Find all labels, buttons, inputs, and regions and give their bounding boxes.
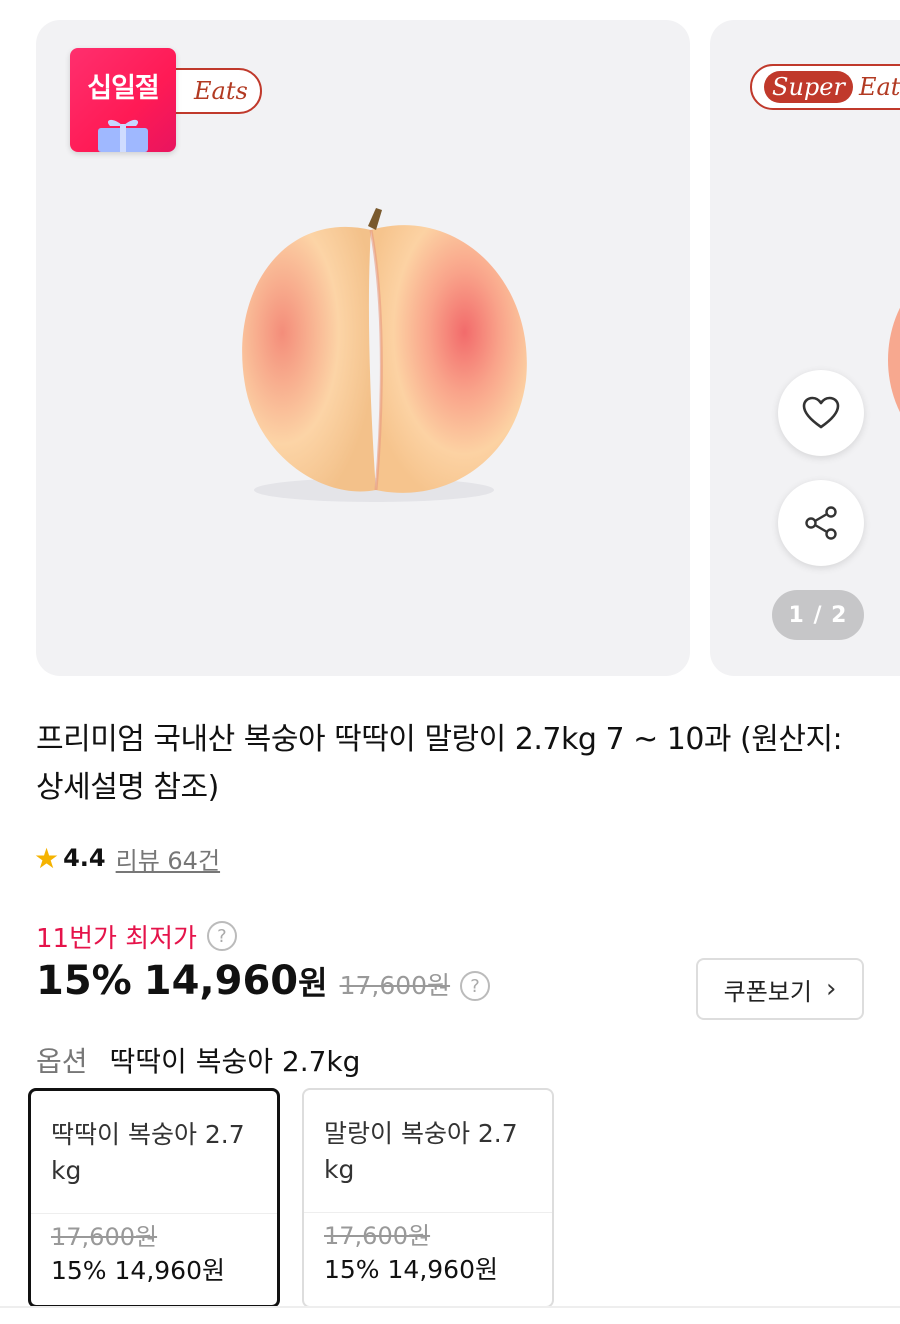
lowest-price-label-row: 11번가 최저가 ?	[36, 916, 237, 956]
help-icon[interactable]: ?	[206, 921, 237, 951]
brand-super-text: Super	[764, 71, 853, 103]
next-image-card[interactable]: Super Eats	[710, 20, 900, 676]
wishlist-button[interactable]	[778, 370, 864, 456]
product-image-card[interactable]: Eats 십일절	[36, 20, 690, 676]
price-row: 15% 14,960 원 17,600원 ?	[36, 958, 491, 1014]
rating-row: ★ 4.4 리뷰 64건	[34, 840, 220, 876]
promo-badge: 십일절	[70, 48, 176, 152]
gift-icon	[98, 119, 148, 152]
star-icon: ★	[34, 841, 60, 875]
image-carousel[interactable]: Eats 십일절 Super Eat 1 / 2	[0, 0, 900, 690]
sale-price: 14,960	[143, 958, 299, 1004]
promo-badge-text: 십일절	[87, 73, 160, 104]
option-card[interactable]: 말랑이 복숭아 2.7 kg 17,600원 15% 14,960원	[302, 1088, 554, 1308]
price-help-icon[interactable]: ?	[460, 971, 491, 1001]
option-sale-price: 15% 14,960원	[324, 1255, 498, 1284]
option-original-price: 17,600원	[324, 1222, 431, 1250]
brand-logo-text: Eats	[194, 77, 248, 105]
option-original-price: 17,600원	[51, 1223, 158, 1251]
chevron-right-icon: ›	[825, 974, 837, 1004]
option-name: 딱딱이 복숭아 2.7 kg	[51, 1120, 245, 1185]
option-name: 말랑이 복숭아 2.7 kg	[324, 1119, 518, 1184]
rating-score: 4.4	[63, 844, 106, 872]
product-title: 프리미엄 국내산 복숭아 딱딱이 말랑이 2.7kg 7 ~ 10과 (원산지:…	[36, 722, 843, 805]
share-icon	[805, 506, 837, 540]
brand-eats-text: Eats	[858, 73, 900, 101]
brand-logo-2: Super Eats	[750, 64, 900, 110]
page-indicator: 1 / 2	[772, 590, 864, 640]
original-price: 17,600원	[339, 971, 451, 1000]
lowest-price-label: 11번가 최저가	[36, 923, 197, 954]
option-header: 옵션 딱딱이 복숭아 2.7kg	[36, 1038, 360, 1082]
option-divider	[304, 1212, 552, 1213]
bottom-divider	[0, 1306, 900, 1308]
option-sale-price: 15% 14,960원	[51, 1256, 225, 1285]
share-button[interactable]	[778, 480, 864, 566]
option-label: 옵션	[36, 1045, 88, 1078]
option-selected-value: 딱딱이 복숭아 2.7kg	[109, 1045, 361, 1078]
peach-image-partial	[888, 307, 900, 413]
coupon-button-label: 쿠폰보기	[723, 977, 812, 1006]
review-count-link[interactable]: 리뷰 64건	[116, 841, 220, 876]
peach-image	[242, 208, 527, 502]
discount-percent: 15%	[36, 958, 132, 1004]
price-unit: 원	[298, 964, 328, 1002]
option-card[interactable]: 딱딱이 복숭아 2.7 kg 17,600원 15% 14,960원	[28, 1088, 280, 1308]
option-divider	[31, 1213, 277, 1214]
coupon-button[interactable]: 쿠폰보기 ›	[696, 958, 864, 1020]
heart-icon	[802, 396, 840, 429]
